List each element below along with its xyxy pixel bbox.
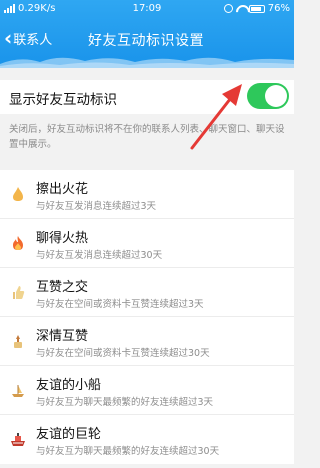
item-title: 聊得火热	[36, 231, 89, 246]
list-item[interactable]: 友谊的巨轮 与好友互为聊天最频繁的好友连续超过30天	[0, 415, 294, 464]
mark-list: 擦出火花 与好友互发消息连续超过3天 聊得火热 与好友互发消息连续超过30天 互…	[0, 170, 294, 464]
page-title: 好友互动标识设置	[88, 33, 204, 49]
status-bar: 0.29K/s 17:09 76%	[0, 0, 294, 18]
list-item[interactable]: 聊得火热 与好友互发消息连续超过30天	[0, 219, 294, 268]
item-subtitle: 与好友互为聊天最频繁的好友连续超过3天	[36, 397, 214, 408]
header: 0.29K/s 17:09 76% ‹ 联系人 好友互动标识设置	[0, 0, 294, 68]
show-marks-switch[interactable]	[247, 83, 289, 109]
chevron-left-icon: ‹	[4, 26, 13, 50]
list-item[interactable]: 互赞之交 与好友在空间或资料卡互赞连续超过3天	[0, 268, 294, 317]
nav-bar: ‹ 联系人 好友互动标识设置	[0, 26, 294, 54]
show-marks-row: 显示好友互动标识	[0, 80, 294, 114]
item-title: 擦出火花	[36, 182, 89, 197]
item-subtitle: 与好友互发消息连续超过3天	[36, 201, 157, 212]
item-subtitle: 与好友在空间或资料卡互赞连续超过30天	[36, 348, 210, 359]
thumb-icon	[13, 286, 25, 299]
list-item[interactable]: 深情互赞 与好友在空间或资料卡互赞连续超过30天	[0, 317, 294, 366]
item-title: 友谊的小船	[36, 378, 102, 393]
fire-icon	[13, 236, 23, 250]
back-label: 联系人	[13, 32, 53, 48]
item-subtitle: 与好友在空间或资料卡互赞连续超过3天	[36, 299, 204, 310]
cloud-decoration	[0, 57, 294, 68]
alarm-icon	[223, 4, 233, 13]
battery-icon	[248, 4, 265, 13]
item-title: 互赞之交	[36, 280, 89, 295]
list-item[interactable]: 友谊的小船 与好友互为聊天最频繁的好友连续超过3天	[0, 366, 294, 415]
small-boat-icon	[12, 385, 24, 397]
wifi-icon	[236, 5, 246, 13]
item-subtitle: 与好友互为聊天最频繁的好友连续超过30天	[36, 446, 220, 457]
show-marks-label: 显示好友互动标识	[9, 92, 117, 108]
spark-icon	[13, 187, 23, 201]
status-right: 76%	[223, 3, 290, 14]
battery-percent: 76%	[267, 3, 290, 14]
toggle-description: 关闭后，好友互动标识将不在你的联系人列表、聊天窗口、聊天设置中展示。	[9, 124, 285, 150]
item-subtitle: 与好友互发消息连续超过30天	[36, 250, 163, 261]
item-title: 友谊的巨轮	[36, 427, 102, 442]
deep-thumb-icon	[14, 335, 22, 348]
list-item[interactable]: 擦出火花 与好友互发消息连续超过3天	[0, 170, 294, 219]
item-title: 深情互赞	[36, 329, 89, 344]
big-ship-icon	[11, 433, 25, 446]
switch-knob	[265, 85, 287, 107]
back-button[interactable]: ‹ 联系人	[4, 28, 52, 48]
